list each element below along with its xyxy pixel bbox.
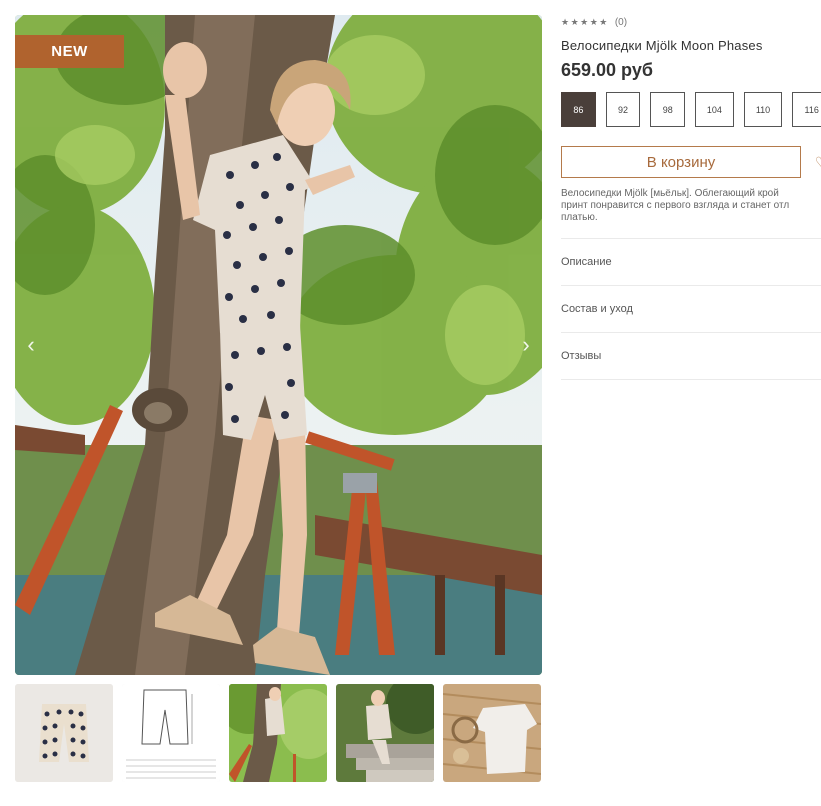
- accordion-composition-care[interactable]: Состав и уход: [561, 285, 821, 332]
- product-price: 659.00 руб: [561, 60, 653, 80]
- chevron-left-icon[interactable]: ‹: [19, 333, 43, 357]
- product-photo-image: [15, 15, 542, 675]
- description-line: принт понравится с первого взгляда и ста…: [561, 200, 790, 211]
- size-option-104[interactable]: 104: [695, 92, 734, 127]
- chevron-right-icon[interactable]: ›: [514, 333, 538, 357]
- size-option-116[interactable]: 116: [792, 92, 821, 127]
- thumb-size-chart[interactable]: [122, 684, 220, 782]
- product-info: ★★★★★ (0) Велосипедки Mjölk Moon Phases …: [561, 14, 821, 380]
- thumb-tree-photo-image: [229, 684, 327, 782]
- size-option-98[interactable]: 98: [650, 92, 686, 127]
- accordion-reviews[interactable]: Отзывы: [561, 332, 821, 380]
- rating-stars[interactable]: ★★★★★: [561, 17, 609, 28]
- thumb-stairs-photo-image: [336, 684, 434, 782]
- product-description: Велосипедки Mjölk [мьёльк]. Облегающий к…: [561, 188, 821, 224]
- add-to-cart-button[interactable]: В корзину: [561, 146, 801, 178]
- size-option-86[interactable]: 86: [561, 92, 596, 127]
- size-selector: 86 92 98 104 110 116: [561, 92, 821, 127]
- thumb-stairs-photo[interactable]: [336, 684, 434, 782]
- thumb-set-flatlay-image: [443, 684, 541, 782]
- cart-row: В корзину ♡: [561, 146, 821, 178]
- accordion: Описание Состав и уход Отзывы: [561, 238, 821, 380]
- product-title: Велосипедки Mjölk Moon Phases: [561, 38, 763, 53]
- thumb-set-flatlay[interactable]: [443, 684, 541, 782]
- main-product-photo[interactable]: NEW ‹ ›: [15, 15, 542, 675]
- description-line: платью.: [561, 212, 598, 223]
- rating: ★★★★★ (0): [561, 14, 821, 30]
- size-option-110[interactable]: 110: [743, 92, 783, 127]
- reviews-count[interactable]: (0): [615, 17, 627, 28]
- accordion-description[interactable]: Описание: [561, 238, 821, 285]
- heart-icon[interactable]: ♡: [815, 154, 821, 171]
- new-badge: NEW: [15, 35, 124, 68]
- thumb-shorts-flat-image: [15, 684, 113, 782]
- thumb-shorts-flat[interactable]: [15, 684, 113, 782]
- thumb-size-chart-image: [122, 684, 220, 782]
- description-line: Велосипедки Mjölk [мьёльк]. Облегающий к…: [561, 188, 779, 199]
- size-option-92[interactable]: 92: [605, 92, 641, 127]
- thumbnail-strip: [15, 684, 542, 782]
- thumb-tree-photo[interactable]: [229, 684, 327, 782]
